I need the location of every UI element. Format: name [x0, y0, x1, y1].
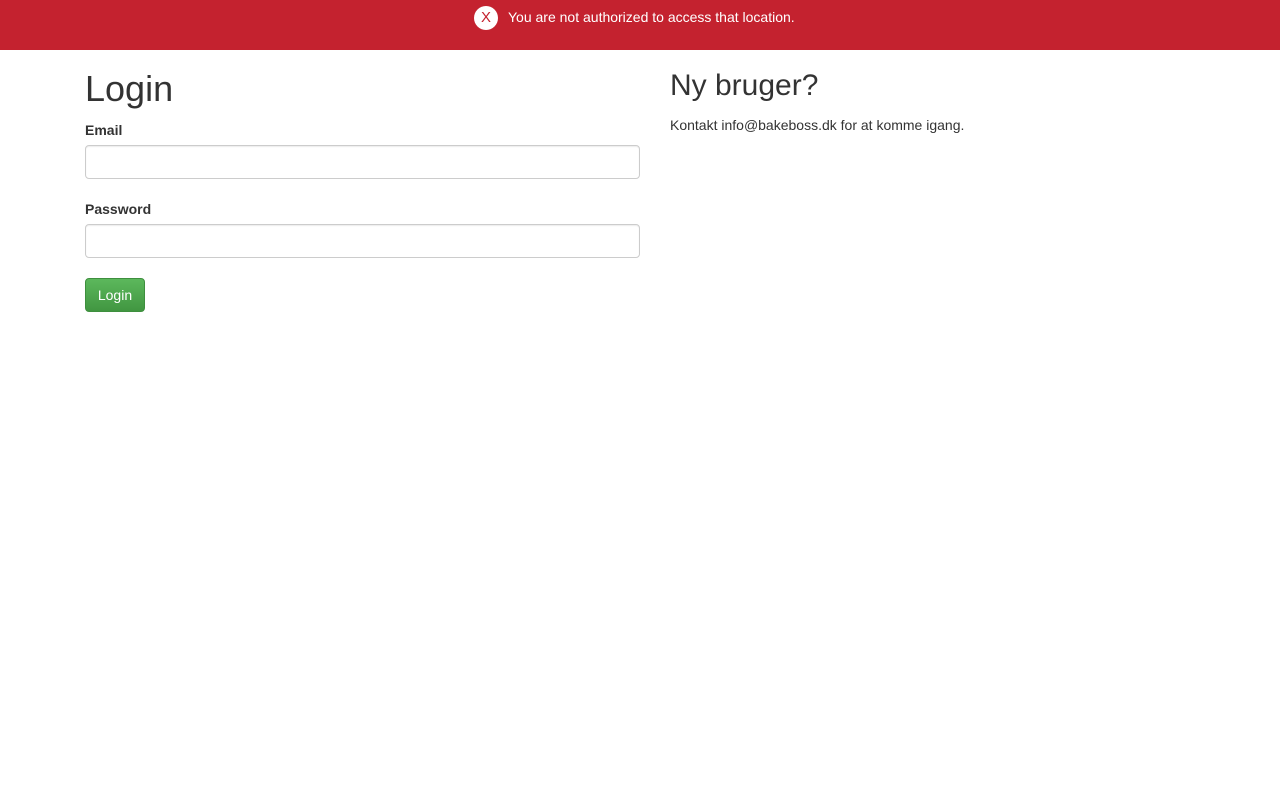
new-user-section: Ny bruger? Kontakt info@bakeboss.dk for …	[670, 68, 1195, 135]
close-alert-button[interactable]: X	[474, 6, 498, 30]
login-button[interactable]: Login	[85, 278, 145, 312]
new-user-title: Ny bruger?	[670, 69, 819, 102]
login-title: Login	[85, 68, 174, 109]
error-alert-bar: X You are not authorized to access that …	[0, 0, 1280, 50]
login-form: Login Email Password Login	[85, 68, 640, 312]
alert-message: You are not authorized to access that lo…	[508, 9, 795, 25]
new-user-contact-text: Kontakt info@bakeboss.dk for at komme ig…	[670, 117, 965, 133]
email-input[interactable]	[85, 145, 640, 179]
email-label: Email	[85, 122, 123, 138]
password-label: Password	[85, 201, 152, 217]
password-input[interactable]	[85, 224, 640, 258]
